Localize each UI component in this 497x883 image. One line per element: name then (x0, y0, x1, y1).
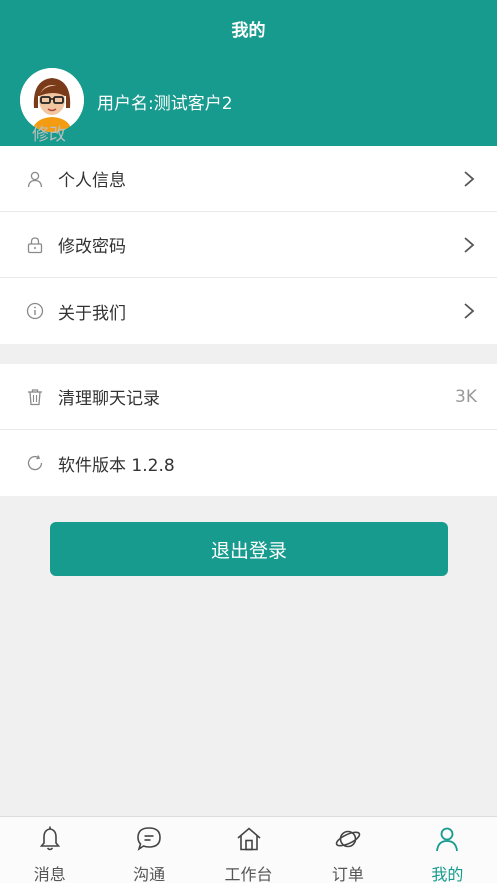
menu-item-change-password[interactable]: 修改密码 (0, 212, 497, 278)
profile-header: 我的 修改 用户名:测试客户2 (0, 0, 497, 146)
chevron-right-icon (464, 303, 475, 319)
avatar-edit-label[interactable]: 修改 (32, 120, 66, 145)
menu-item-software-version[interactable]: 软件版本 1.2.8 (0, 430, 497, 496)
menu-item-label: 关于我们 (58, 303, 126, 324)
page-title: 我的 (231, 21, 266, 41)
planet-icon (335, 830, 361, 848)
tab-orders[interactable]: 订单 (298, 817, 397, 883)
tab-label: 消息 (33, 865, 66, 883)
person-icon (436, 827, 459, 852)
tab-label: 订单 (331, 865, 364, 883)
tab-mine[interactable]: 我的 (398, 817, 497, 883)
chevron-right-icon (464, 170, 475, 187)
home-icon (236, 827, 261, 851)
menu-item-personal-info[interactable]: 个人信息 (0, 146, 497, 212)
menu-item-label: 软件版本 1.2.8 (58, 455, 175, 476)
menu-group-account: 个人信息 修改密码 关于我们 (0, 146, 497, 344)
tab-label: 沟通 (133, 865, 166, 883)
bell-icon (39, 826, 60, 851)
bottom-tab-bar: 消息 沟通 工作台 订单 我的 (0, 816, 497, 883)
menu-item-label: 修改密码 (58, 237, 126, 257)
lock-icon (27, 236, 43, 253)
tab-label: 我的 (431, 865, 464, 883)
chevron-right-icon (464, 236, 475, 253)
username: 用户名:测试客户2 (97, 94, 233, 114)
logout-button[interactable]: 退出登录 (50, 522, 448, 576)
tab-messages[interactable]: 消息 (0, 817, 99, 883)
user-icon (27, 171, 43, 187)
tab-label: 工作台 (224, 865, 273, 883)
menu-item-label: 个人信息 (58, 171, 126, 191)
refresh-icon (27, 455, 43, 471)
tab-workbench[interactable]: 工作台 (199, 817, 298, 883)
menu-item-about-us[interactable]: 关于我们 (0, 278, 497, 344)
chat-icon (137, 827, 161, 851)
tab-chat[interactable]: 沟通 (99, 817, 198, 883)
trash-icon (28, 388, 42, 405)
info-icon (26, 302, 44, 320)
cache-size-value: 3K (455, 386, 477, 407)
menu-item-clear-chat[interactable]: 清理聊天记录 3K (0, 364, 497, 430)
menu-group-app: 清理聊天记录 3K 软件版本 1.2.8 (0, 364, 497, 496)
menu-item-label: 清理聊天记录 (58, 389, 160, 409)
